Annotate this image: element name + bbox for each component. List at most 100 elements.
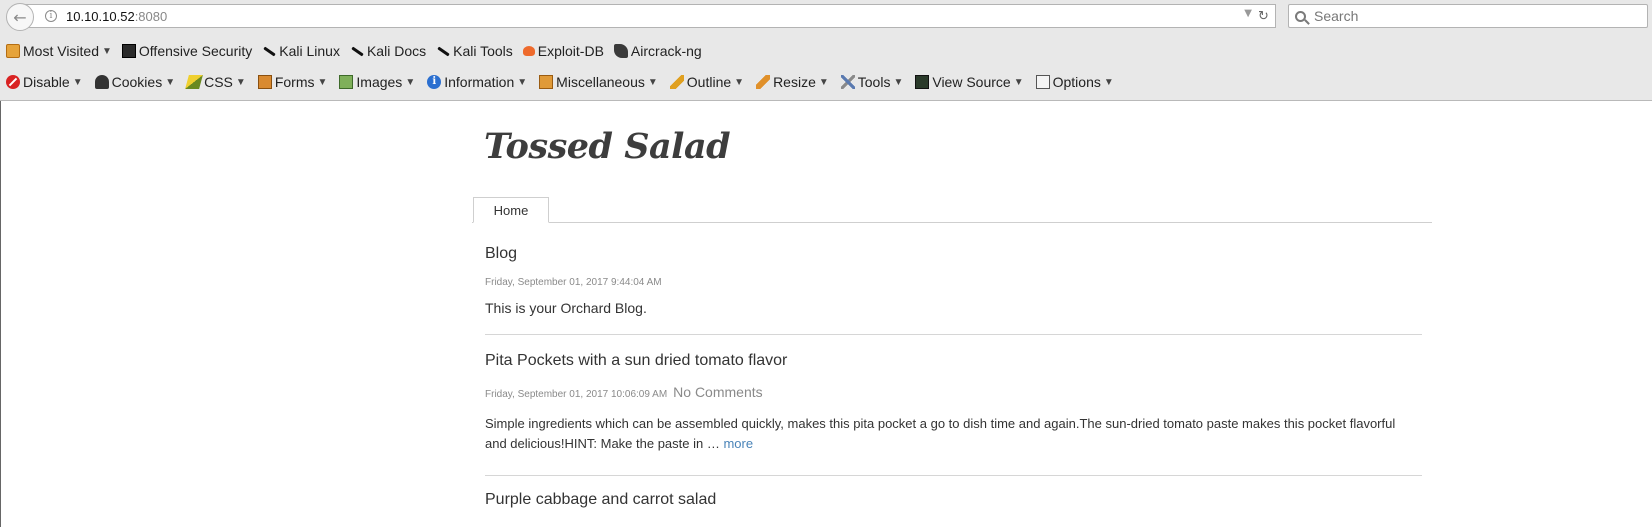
- devtool-miscellaneous[interactable]: Miscellaneous ▼: [539, 74, 658, 90]
- devtool-label: Information: [444, 74, 515, 90]
- chevron-down-icon: ▼: [1103, 76, 1114, 88]
- chevron-down-icon: ▼: [734, 76, 745, 88]
- url-host: 10.10.10.52: [66, 8, 135, 24]
- css-icon: [185, 75, 203, 89]
- post-excerpt: This is your Orchard Blog.: [485, 300, 647, 316]
- navigation-bar: i 10.10.10.52:8080 ▼ ← ↻ Search: [0, 0, 1652, 32]
- devtool-label: Forms: [274, 74, 315, 90]
- folder-icon: [6, 44, 20, 58]
- post-separator: [485, 475, 1422, 476]
- devtool-label: Tools: [857, 74, 891, 90]
- post-separator: [485, 334, 1422, 335]
- post-title[interactable]: Pita Pockets with a sun dried tomato fla…: [485, 352, 1422, 370]
- chevron-down-icon: ▼: [1013, 76, 1024, 88]
- devtool-label: View Source: [932, 74, 1011, 90]
- devtool-outline[interactable]: Outline ▼: [669, 74, 745, 90]
- search-placeholder: Search: [1314, 8, 1359, 24]
- outline-icon: [669, 75, 684, 89]
- bookmark-most-visited[interactable]: Most Visited ▼: [6, 43, 112, 59]
- chevron-down-icon: ▼: [317, 76, 328, 88]
- bookmark-label: Exploit-DB: [537, 43, 604, 59]
- devtool-information[interactable]: i Information ▼: [427, 74, 527, 90]
- post-date: Friday, September 01, 2017 10:06:09 AM: [485, 389, 668, 400]
- offsec-icon: [121, 44, 136, 58]
- url-text: 10.10.10.52:8080: [66, 9, 167, 24]
- bookmark-label: Kali Linux: [279, 43, 340, 59]
- view-source-icon: [915, 75, 930, 89]
- browser-chrome: i 10.10.10.52:8080 ▼ ← ↻ Search Most Vis…: [0, 0, 1652, 101]
- chevron-down-icon: ▼: [405, 76, 416, 88]
- resize-icon: [756, 75, 771, 89]
- chevron-down-icon: ▼: [235, 76, 246, 88]
- info-icon[interactable]: i: [45, 10, 57, 22]
- blog-post: Pita Pockets with a sun dried tomato fla…: [485, 352, 1422, 370]
- devtool-forms[interactable]: Forms ▼: [257, 74, 328, 90]
- devtool-label: CSS: [204, 74, 233, 90]
- site-title[interactable]: Tossed Salad: [484, 126, 731, 167]
- bookmark-kali-tools[interactable]: Kali Tools: [436, 43, 513, 59]
- search-icon: [1295, 10, 1306, 22]
- chevron-down-icon: ▼: [893, 76, 904, 88]
- chevron-down-icon: ▼: [165, 76, 176, 88]
- window-edge: [0, 101, 1, 527]
- blog-post: Blog: [485, 245, 1422, 263]
- post-title[interactable]: Blog: [485, 245, 1422, 263]
- devtool-tools[interactable]: Tools ▼: [840, 74, 904, 90]
- chevron-down-icon: ▼: [818, 76, 829, 88]
- post-date: Friday, September 01, 2017 9:44:04 AM: [485, 277, 662, 288]
- bookmark-exploit-db[interactable]: Exploit-DB: [522, 43, 604, 59]
- search-input[interactable]: Search: [1288, 4, 1648, 28]
- devtool-label: Cookies: [111, 74, 163, 90]
- kali-icon: [436, 44, 450, 58]
- devtool-images[interactable]: Images ▼: [339, 74, 415, 90]
- devtool-view-source[interactable]: View Source ▼: [915, 74, 1024, 90]
- devtool-label: Outline: [686, 74, 732, 90]
- devtool-label: Options: [1052, 74, 1101, 90]
- bookmarks-toolbar: Most Visited ▼ Offensive Security Kali Li…: [0, 38, 1652, 64]
- bookmark-label: Kali Tools: [453, 43, 513, 59]
- bookmark-label: Aircrack-ng: [630, 43, 702, 59]
- post-meta-row: Friday, September 01, 2017 10:06:09 AM No…: [485, 384, 1422, 402]
- chevron-down-icon: ▼: [72, 76, 83, 88]
- nav-divider: [472, 222, 1432, 223]
- kali-icon: [262, 44, 276, 58]
- cookies-icon: [94, 75, 109, 89]
- bookmark-label: Kali Docs: [366, 43, 427, 59]
- options-icon: [1035, 75, 1050, 89]
- post-excerpt-line: Simple ingredients which can be assemble…: [485, 416, 1396, 431]
- information-icon: i: [427, 75, 442, 89]
- aircrack-icon: [613, 44, 628, 58]
- devtool-resize[interactable]: Resize ▼: [756, 74, 829, 90]
- reload-button[interactable]: ↻: [1252, 4, 1276, 28]
- devtool-label: Miscellaneous: [556, 74, 645, 90]
- bookmark-kali-docs[interactable]: Kali Docs: [350, 43, 426, 59]
- chevron-down-icon: ▼: [102, 45, 112, 57]
- url-bar[interactable]: i 10.10.10.52:8080 ▼: [22, 4, 1259, 28]
- chevron-down-icon: ▼: [517, 76, 528, 88]
- tools-icon: [840, 75, 855, 89]
- bookmark-offensive-security[interactable]: Offensive Security: [121, 43, 253, 59]
- bookmark-label: Offensive Security: [138, 43, 253, 59]
- post-meta-row: Friday, September 01, 2017 9:44:04 AM: [485, 272, 1422, 290]
- more-link[interactable]: more: [723, 436, 753, 451]
- tab-home[interactable]: Home: [473, 197, 549, 223]
- devtool-disable[interactable]: Disable ▼: [6, 74, 83, 90]
- back-button[interactable]: ←: [6, 3, 34, 31]
- devtool-options[interactable]: Options ▼: [1035, 74, 1114, 90]
- post-body: This is your Orchard Blog.: [485, 300, 1422, 318]
- bookmark-aircrack-ng[interactable]: Aircrack-ng: [613, 43, 702, 59]
- devtool-css[interactable]: CSS ▼: [185, 74, 246, 90]
- kali-icon: [350, 44, 364, 58]
- post-excerpt-line: and delicious!HINT: Make the paste in … …: [485, 434, 1422, 454]
- devtool-label: Disable: [23, 74, 70, 90]
- post-excerpt-text: and delicious!HINT: Make the paste in …: [485, 436, 720, 451]
- bookmark-label: Most Visited: [23, 43, 99, 59]
- bookmark-kali-linux[interactable]: Kali Linux: [262, 43, 340, 59]
- devtool-cookies[interactable]: Cookies ▼: [94, 74, 176, 90]
- images-icon: [339, 75, 354, 89]
- post-title[interactable]: Purple cabbage and carrot salad: [485, 491, 1422, 509]
- post-comments-link[interactable]: No Comments: [673, 384, 762, 400]
- url-port: :8080: [134, 8, 168, 24]
- reload-icon: ↻: [1258, 8, 1269, 24]
- url-dropdown-icon[interactable]: ▼: [1244, 8, 1252, 19]
